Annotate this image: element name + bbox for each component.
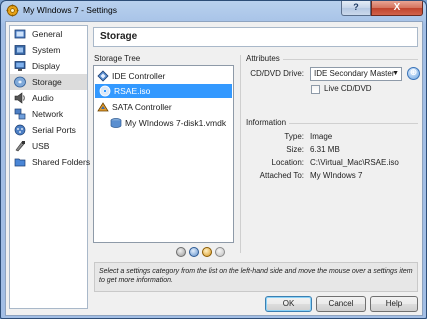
settings-category-list[interactable]: General System Display Storage Audio Net…: [9, 25, 91, 309]
help-glyph: ?: [353, 2, 359, 12]
sidebar-item-label: Audio: [32, 93, 54, 103]
sidebar-item-label: Storage: [32, 77, 62, 87]
tree-item-label: My WIndows 7-disk1.vmdk: [125, 118, 227, 128]
attributes-separator: [283, 59, 418, 60]
settings-window: My WIndows 7 - Settings ? X General Syst…: [0, 0, 427, 319]
attributes-label: Attributes: [246, 54, 280, 63]
network-icon: [14, 108, 26, 120]
info-location-key: Location:: [271, 158, 304, 167]
disk-options-icon: ⊕: [409, 67, 418, 77]
sidebar-item-audio[interactable]: Audio: [10, 90, 87, 106]
info-size-key: Size:: [286, 145, 304, 154]
info-attached-value: My WIndows 7: [310, 171, 363, 180]
information-label: Information: [246, 118, 287, 127]
page-title: Storage: [93, 27, 418, 47]
storage-icon: [14, 76, 26, 88]
cd-dvd-drive-value: IDE Secondary Master: [314, 69, 395, 78]
sidebar-item-system[interactable]: System: [10, 42, 87, 58]
information-separator: [289, 123, 418, 124]
tree-item-ide-controller[interactable]: IDE Controller: [97, 69, 231, 83]
sidebar-item-label: System: [32, 45, 61, 55]
dialog-body: General System Display Storage Audio Net…: [5, 21, 423, 316]
sidebar-item-label: USB: [32, 141, 50, 151]
window-title: My WIndows 7 - Settings: [23, 5, 118, 15]
audio-icon: [14, 92, 25, 104]
cancel-button[interactable]: Cancel: [316, 296, 366, 312]
tree-item-label: IDE Controller: [112, 71, 166, 81]
storage-tree-label: Storage Tree: [94, 54, 141, 63]
info-type-value: Image: [310, 132, 333, 141]
chevron-down-icon: ▼: [392, 70, 399, 77]
hard-disk-icon: [110, 118, 122, 128]
info-location-value: C:\Virtual_Mac\RSAE.iso: [310, 158, 399, 167]
sidebar-item-label: Network: [32, 109, 64, 119]
info-attached-key: Attached To:: [259, 171, 304, 180]
info-size-value: 6.31 MB: [310, 145, 340, 154]
sidebar-item-label: Display: [32, 61, 60, 71]
title-bar[interactable]: My WIndows 7 - Settings ? X: [1, 1, 426, 20]
display-icon: [14, 61, 26, 71]
tree-item-label: SATA Controller: [112, 102, 172, 112]
info-type-key: Type:: [284, 132, 304, 141]
remove-attachment-icon[interactable]: [215, 247, 225, 257]
serial-ports-icon: [14, 124, 26, 136]
tree-item-hard-disk[interactable]: My WIndows 7-disk1.vmdk: [110, 116, 231, 130]
storage-tree[interactable]: IDE Controller RSAE.iso SATA Controller …: [93, 65, 234, 243]
cd-dvd-drive-select[interactable]: IDE Secondary Master ▼: [310, 67, 402, 81]
close-icon: X: [393, 2, 401, 13]
cd-dvd-drive-label: CD/DVD Drive:: [250, 69, 304, 78]
sidebar-item-serial-ports[interactable]: Serial Ports: [10, 122, 87, 138]
section-divider: [240, 55, 241, 253]
help-hint-box: Select a settings category from the list…: [94, 262, 418, 292]
sidebar-item-network[interactable]: Network: [10, 106, 87, 122]
sidebar-item-storage[interactable]: Storage: [10, 74, 87, 90]
sidebar-item-shared-folders[interactable]: Shared Folders: [10, 154, 91, 170]
add-controller-icon[interactable]: [176, 247, 186, 257]
live-cd-label[interactable]: Live CD/DVD: [324, 84, 372, 93]
add-cd-icon[interactable]: [202, 247, 212, 257]
shared-folders-icon: [14, 158, 26, 167]
sata-controller-icon: [97, 102, 109, 112]
ide-controller-icon: [97, 70, 109, 82]
usb-icon: [15, 141, 25, 152]
ok-button[interactable]: OK: [265, 296, 312, 312]
help-title-button[interactable]: ?: [341, 1, 371, 16]
sidebar-item-general[interactable]: General: [10, 26, 87, 42]
settings-gear-icon: [6, 4, 19, 17]
system-icon: [14, 45, 26, 55]
tree-item-cd-image[interactable]: RSAE.iso: [95, 84, 232, 98]
sidebar-item-label: General: [32, 29, 63, 39]
tree-item-label: RSAE.iso: [114, 86, 151, 96]
tree-item-sata-controller[interactable]: SATA Controller: [97, 100, 231, 114]
live-cd-checkbox[interactable]: [311, 85, 320, 94]
choose-disk-button[interactable]: ⊕: [407, 67, 420, 80]
add-attachment-icon[interactable]: [189, 247, 199, 257]
close-button[interactable]: X: [371, 1, 423, 16]
general-icon: [14, 29, 26, 39]
sidebar-item-label: Shared Folders: [32, 157, 91, 167]
sidebar-item-display[interactable]: Display: [10, 58, 87, 74]
sidebar-item-usb[interactable]: USB: [10, 138, 87, 154]
cd-icon: [99, 85, 111, 97]
help-button[interactable]: Help: [370, 296, 418, 312]
sidebar-item-label: Serial Ports: [32, 125, 76, 135]
